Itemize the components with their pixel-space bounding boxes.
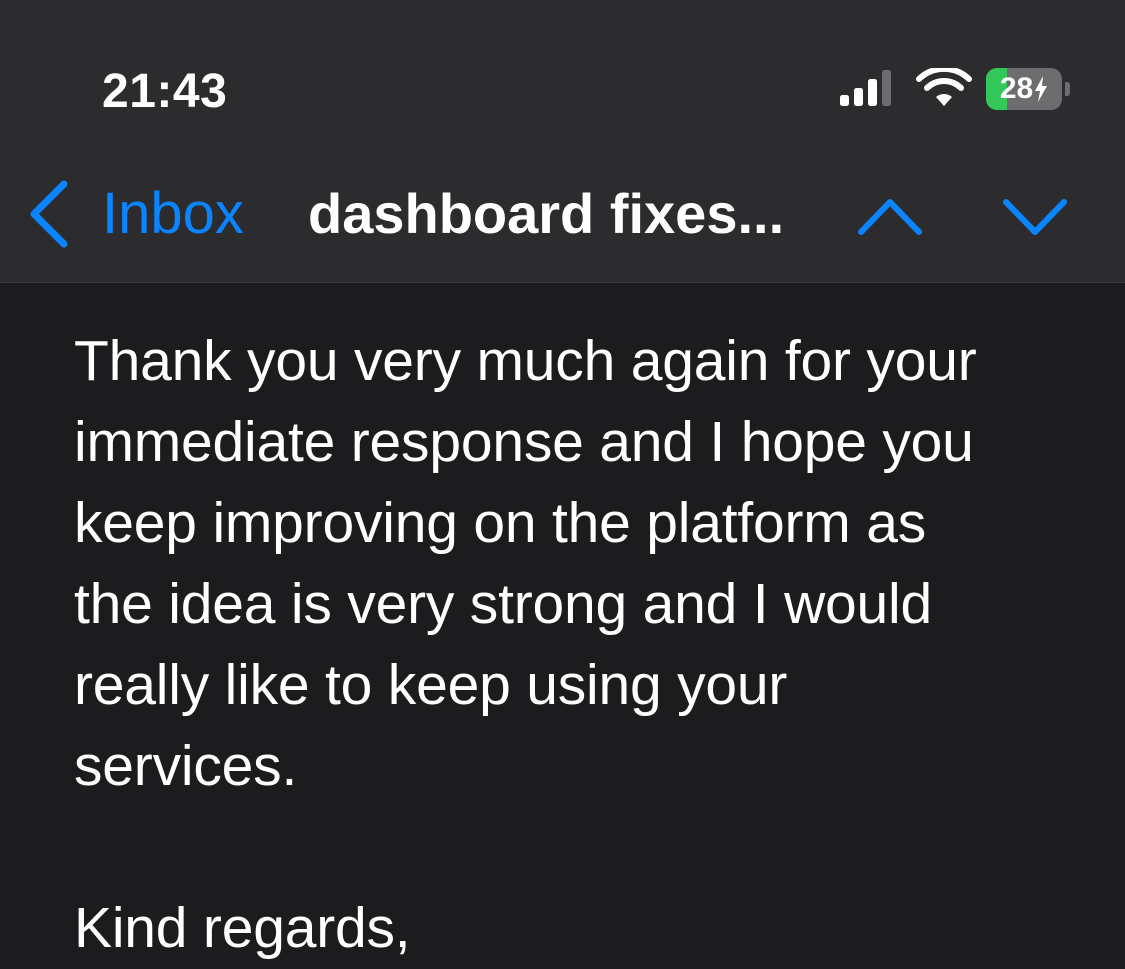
battery-percent: 28: [999, 72, 1034, 105]
email-sign-off: Kind regards,: [74, 896, 411, 960]
email-body: Thank you very much again for your immed…: [74, 321, 1074, 969]
cellular-signal-icon: [840, 70, 891, 106]
email-subject-title: dashboard fixes...: [308, 182, 785, 245]
battery-indicator: 28: [986, 68, 1070, 110]
wifi-icon: [916, 68, 972, 106]
chevron-down-icon[interactable]: [1000, 188, 1070, 244]
email-body-line: keep improving on the platform as: [74, 491, 927, 555]
email-body-line: services.: [74, 734, 298, 798]
battery-nub: [1065, 82, 1070, 96]
status-bar: 21:43 28: [0, 0, 1125, 140]
chevron-left-icon: [30, 180, 68, 248]
email-body-line: immediate response and I hope you: [74, 410, 974, 474]
navigation-bar: Inbox dashboard fixes...: [0, 160, 1125, 270]
email-body-line: Thank you very much again for your: [74, 329, 977, 393]
back-to-inbox-button[interactable]: Inbox: [26, 174, 244, 254]
charging-bolt-icon: [1035, 76, 1048, 102]
paragraph-break: [74, 807, 1074, 888]
header: 21:43 28 Inbox dashboard fixes...: [0, 0, 1125, 283]
email-body-line: the idea is very strong and I would: [74, 572, 932, 636]
status-time: 21:43: [102, 65, 228, 118]
battery-body: 28: [986, 68, 1062, 110]
back-label: Inbox: [102, 181, 244, 246]
email-content: Thank you very much again for your immed…: [0, 283, 1125, 965]
email-body-line: really like to keep using your: [74, 653, 788, 717]
chevron-up-icon[interactable]: [855, 188, 925, 244]
